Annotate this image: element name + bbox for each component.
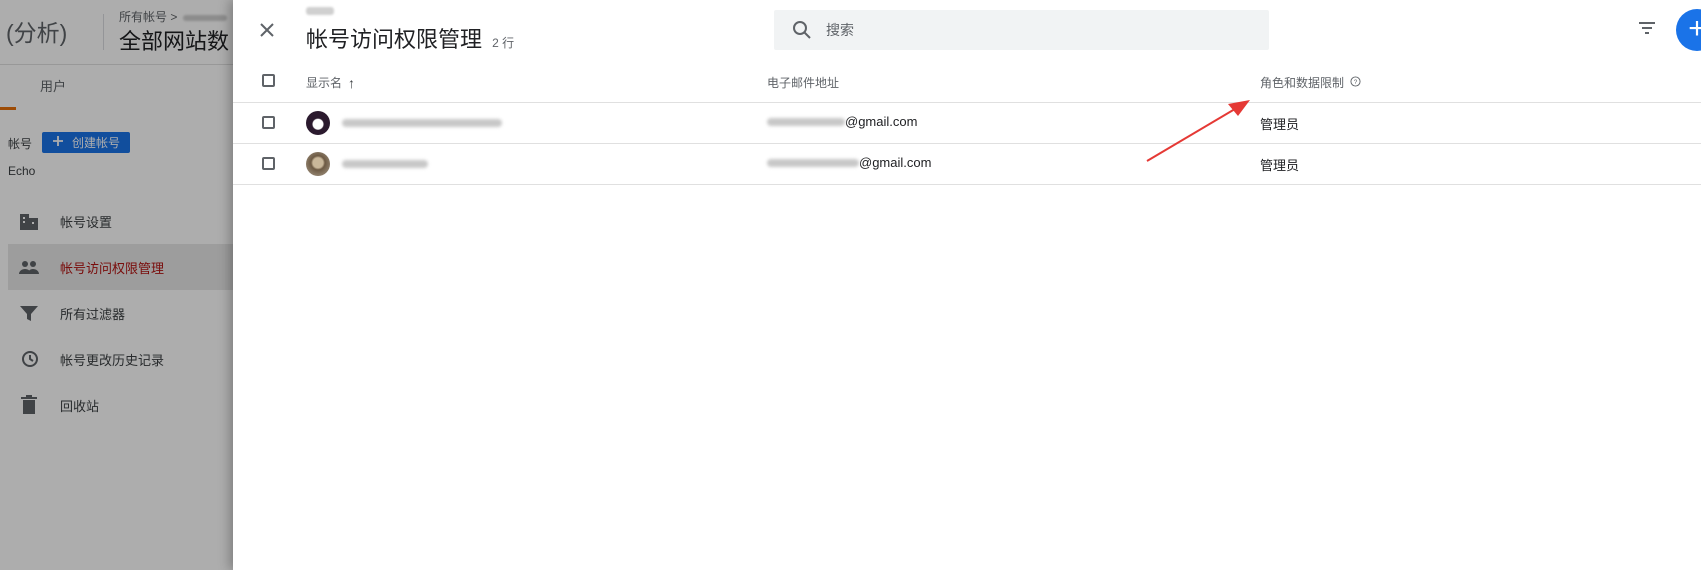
role-cell: 管理员 — [1260, 117, 1300, 132]
blurred-display-name — [342, 119, 502, 127]
select-all-checkbox[interactable] — [262, 74, 275, 87]
column-label: 显示名 — [306, 76, 343, 90]
blurred-email-prefix — [767, 117, 845, 126]
svg-text:?: ? — [1354, 78, 1358, 85]
blurred-email-prefix — [767, 158, 859, 167]
search-input[interactable] — [824, 21, 1248, 39]
email-domain: @gmail.com — [845, 114, 918, 129]
row-checkbox[interactable] — [262, 116, 275, 129]
filter-icon[interactable] — [1635, 16, 1659, 40]
user-email-cell: @gmail.com — [767, 155, 931, 170]
column-header-role[interactable]: 角色和数据限制 ? — [1260, 74, 1361, 91]
row-count: 2 行 — [492, 36, 515, 50]
avatar — [306, 152, 330, 176]
email-domain: @gmail.com — [859, 155, 932, 170]
blurred-display-name — [342, 160, 428, 168]
user-name-cell — [306, 152, 428, 176]
user-email-cell: @gmail.com — [767, 114, 917, 129]
search-icon — [790, 18, 814, 42]
role-cell: 管理员 — [1260, 158, 1300, 173]
add-user-button[interactable]: + — [1676, 9, 1701, 51]
blurred-text — [306, 7, 334, 15]
help-icon[interactable]: ? — [1350, 75, 1361, 90]
table-row[interactable]: @gmail.com 管理员 — [233, 144, 1701, 185]
close-icon[interactable] — [255, 18, 279, 42]
column-header-email[interactable]: 电子邮件地址 — [767, 74, 839, 91]
page-title: 帐号访问权限管理 2 行 — [306, 22, 514, 54]
avatar — [306, 111, 330, 135]
row-checkbox[interactable] — [262, 157, 275, 170]
panel-title-text: 帐号访问权限管理 — [306, 27, 483, 52]
users-table: 显示名 ↑ 电子邮件地址 角色和数据限制 ? @gmail.com 管理员 @g… — [233, 62, 1701, 185]
table-row[interactable]: @gmail.com 管理员 — [233, 103, 1701, 144]
column-header-name[interactable]: 显示名 ↑ — [306, 74, 355, 91]
access-management-panel: 帐号访问权限管理 2 行 + 显示名 ↑ 电子邮件地址 角色和数据限制 ? — [233, 0, 1701, 570]
user-name-cell — [306, 111, 502, 135]
sort-arrow-up-icon: ↑ — [348, 74, 356, 91]
table-header: 显示名 ↑ 电子邮件地址 角色和数据限制 ? — [233, 62, 1701, 103]
column-label: 角色和数据限制 — [1260, 76, 1345, 90]
search-bar[interactable] — [774, 10, 1269, 50]
